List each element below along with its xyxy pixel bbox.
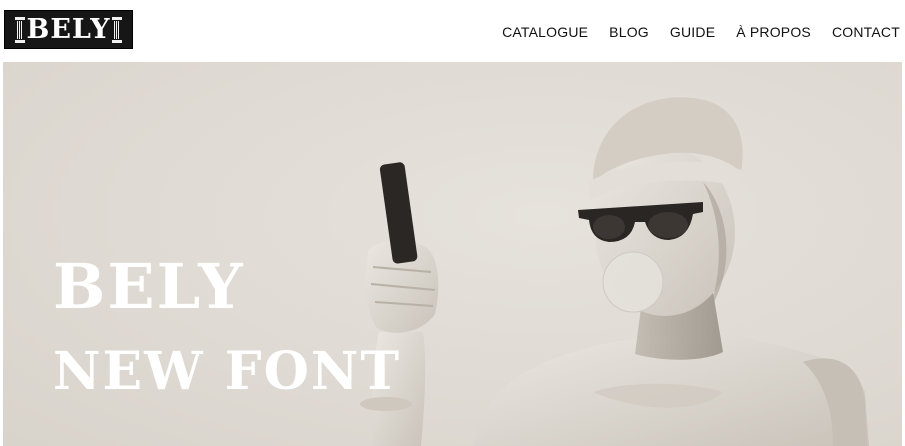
logo[interactable]: BELY xyxy=(4,10,133,49)
hero-title-line1: BELY xyxy=(53,250,245,323)
column-icon xyxy=(14,16,25,43)
hero-banner: BELY NEW FONT xyxy=(3,62,902,446)
main-nav: CATALOGUE BLOG GUIDE À PROPOS CONTACT xyxy=(502,24,900,40)
nav-catalogue[interactable]: CATALOGUE xyxy=(502,24,588,40)
logo-text: BELY xyxy=(26,14,111,45)
nav-blog[interactable]: BLOG xyxy=(609,24,649,40)
nav-a-propos[interactable]: À PROPOS xyxy=(736,24,811,40)
site-header: BELY CATALOGUE BLOG GUIDE À PROPOS CONTA… xyxy=(0,0,905,62)
column-icon xyxy=(112,16,123,43)
hero-title-line2: NEW FONT xyxy=(53,341,402,402)
nav-guide[interactable]: GUIDE xyxy=(670,24,715,40)
nav-contact[interactable]: CONTACT xyxy=(832,24,900,40)
